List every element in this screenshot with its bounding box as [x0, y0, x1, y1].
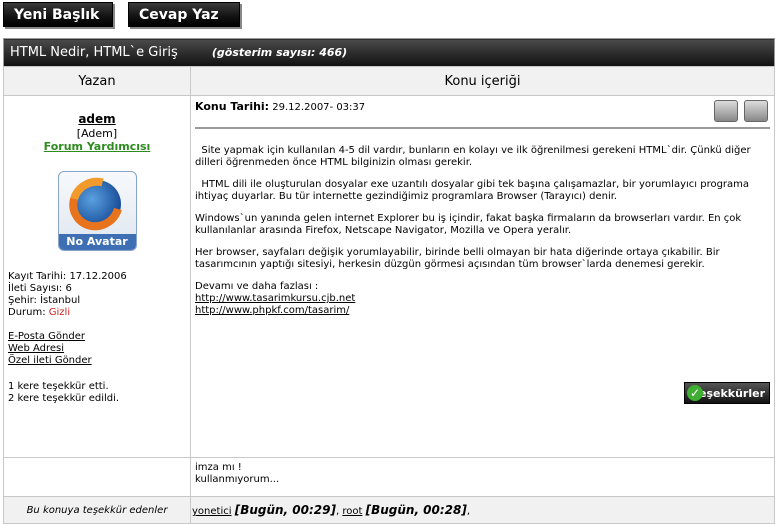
thanks-stats: 1 kere teşekkür etti. 2 kere teşekkür ed… [8, 381, 186, 405]
thanked-by-list: yonetici [Bugün, 00:29], root [Bugün, 00… [190, 496, 775, 524]
post-body: Site yapmak için kullanılan 4-5 dil vard… [195, 145, 770, 317]
paragraph-1: Site yapmak için kullanılan 4-5 dil vard… [195, 145, 751, 168]
thanks-received: 2 kere teşekkür edildi. [8, 393, 120, 404]
thanks-button[interactable]: ✓ Teşekkürler [684, 382, 770, 404]
author-panel: adem [Adem] Forum Yardımcısı No Avatar K… [3, 95, 191, 458]
private-message-link[interactable]: Özel ileti Gönder [8, 355, 186, 367]
link-tasarimkursu[interactable]: http://www.tasarimkursu.cjb.net [195, 293, 355, 304]
post-count: İleti Sayısı: 6 [8, 283, 72, 294]
author-links: E-Posta Gönder Web Adresi Özel ileti Gön… [8, 331, 186, 367]
quote-icon[interactable] [714, 100, 738, 122]
link-phpkf[interactable]: http://www.phpkf.com/tasarim/ [195, 305, 349, 316]
post-date: Konu Tarihi: 29.12.2007- 03:37 [195, 100, 366, 113]
author-realname: [Adem] [76, 127, 118, 140]
topic-table: HTML Nedir, HTML`e Giriş (gösterim sayıs… [3, 38, 775, 524]
author-column-header: Yazan [3, 66, 191, 96]
view-count: (gösterim sayısı: 466) [211, 46, 348, 59]
thanker-yonetici[interactable]: yonetici [192, 506, 232, 517]
thanks-given: 1 kere teşekkür etti. [8, 381, 109, 392]
signature: imza mı ! kullanmıyorum... [190, 457, 775, 497]
status-value: Gizli [48, 307, 71, 318]
new-topic-button[interactable]: Yeni Başlık [3, 2, 113, 27]
author-info: Kayıt Tarihi: 17.12.2006 İleti Sayısı: 6… [8, 271, 186, 319]
thanked-by-label: Bu konuya teşekkür edenler [3, 496, 191, 524]
checkmark-icon: ✓ [687, 385, 703, 401]
topic-titlebar: HTML Nedir, HTML`e Giriş (gösterim sayıs… [3, 38, 775, 67]
paragraph-4: Her browser, sayfaları değişik yorumlaya… [195, 247, 720, 270]
more-label: Devamı ve daha fazlası : [195, 281, 319, 292]
thank-time-2: [Bugün, 00:28] [365, 503, 467, 517]
author-role[interactable]: Forum Yardımcısı [8, 140, 186, 153]
reply-button[interactable]: Cevap Yaz [128, 2, 240, 27]
edit-icon[interactable] [744, 100, 768, 122]
paragraph-3: Windows`un yanında gelen internet Explor… [195, 213, 742, 236]
post-content: Konu Tarihi: 29.12.2007- 03:37 Site yapm… [190, 95, 775, 458]
email-link[interactable]: E-Posta Gönder [8, 331, 186, 343]
status: Durum: Gizli [8, 307, 71, 318]
topic-title: HTML Nedir, HTML`e Giriş [10, 45, 178, 60]
join-date: Kayıt Tarihi: 17.12.2006 [8, 271, 127, 282]
content-column-header: Konu içeriği [190, 66, 775, 96]
post-icons [708, 100, 768, 122]
column-headers: Yazan Konu içeriği [3, 66, 775, 96]
avatar: No Avatar [57, 171, 137, 251]
paragraph-2: HTML dili ile oluşturulan dosyalar exe u… [195, 179, 750, 202]
thank-time-1: [Bugün, 00:29] [234, 503, 336, 517]
city: Şehir: İstanbul [8, 295, 81, 306]
author-username[interactable]: adem [8, 112, 186, 126]
website-link[interactable]: Web Adresi [8, 343, 186, 355]
avatar-label: No Avatar [58, 234, 136, 250]
firefox-icon [59, 172, 132, 241]
thanker-root[interactable]: root [342, 506, 362, 517]
divider [195, 127, 770, 129]
